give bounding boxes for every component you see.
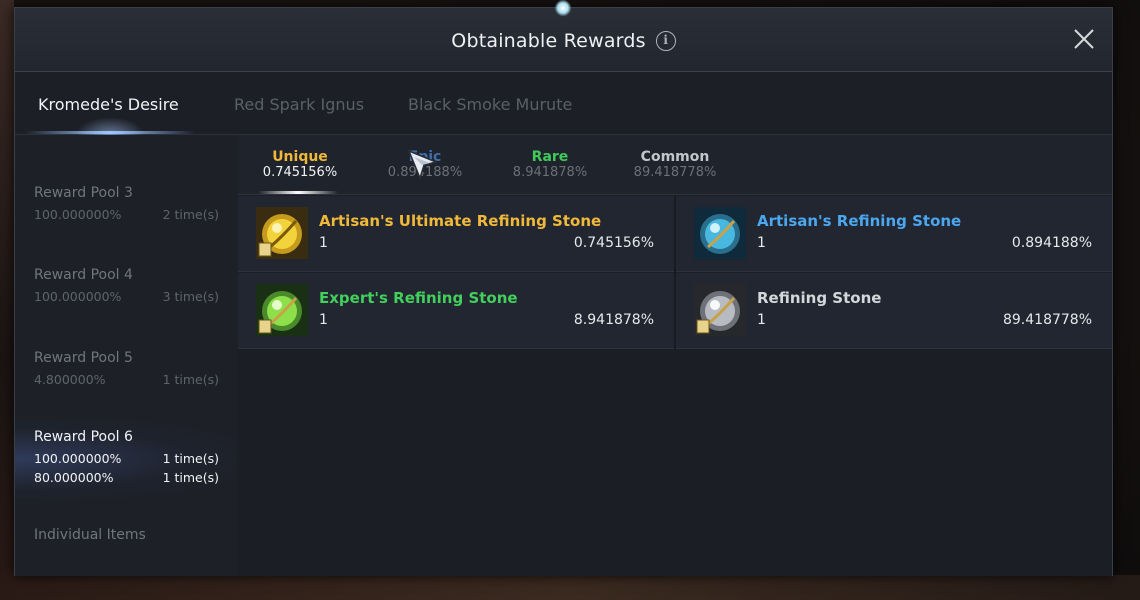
item-name: Artisan's Ultimate Refining Stone [319,212,602,230]
individual-items[interactable]: Individual Items [34,527,146,543]
title-ornament-icon [551,0,575,20]
rarity-name: Rare [531,149,569,165]
dialog-title: Obtainable Rewards [451,30,646,52]
boss-tabs: Kromede's Desire Red Spark Ignus Black S… [15,73,1112,135]
reward-pool-title: Reward Pool 5 [34,350,133,366]
item-card[interactable]: Artisan's Refining Stone 1 0.894188% [676,196,1112,272]
rarity-tab-common[interactable]: Common 89.418778% [615,149,735,180]
gray-refining-stone-icon [694,284,746,336]
reward-pool-3[interactable]: Reward Pool 3 100.000000% 2 time(s) [15,179,238,229]
item-card[interactable]: Refining Stone 1 89.418778% [676,273,1112,349]
active-rarity-indicator [258,191,338,194]
info-icon[interactable]: i [655,31,676,51]
mouse-cursor-icon [407,149,439,181]
obtainable-rewards-dialog: Obtainable Rewards i Kromede's Desire Re… [14,0,1113,576]
reward-pool-times: 2 time(s) [162,207,219,222]
item-name: Refining Stone [757,289,882,307]
rarity-tabs: Unique 0.745156% Epic 0.894188% Rare 8.9… [238,135,1112,195]
tab-black-smoke-murute[interactable]: Black Smoke Murute [408,95,572,114]
active-tab-underline [25,131,195,134]
reward-pool-title: Reward Pool 4 [34,267,133,283]
item-chance: 0.894188% [1011,235,1092,251]
rarity-percent: 89.418778% [633,165,717,180]
blue-refining-stone-icon [694,207,746,259]
title-bar: Obtainable Rewards i [15,0,1112,72]
reward-pool-times: 3 time(s) [162,289,219,304]
item-card[interactable]: Artisan's Ultimate Refining Stone 1 0.74… [238,196,674,272]
rarity-percent: 0.745156% [262,165,338,180]
close-button[interactable] [1073,28,1095,50]
background-left-edge [0,0,14,600]
rarity-percent: 8.941878% [512,165,588,180]
reward-pool-percent: 4.800000% [34,372,106,387]
green-refining-stone-icon [256,284,308,336]
item-name: Expert's Refining Stone [319,289,518,307]
item-quantity: 1 [757,312,766,328]
reward-pool-times: 1 time(s) [162,451,219,466]
reward-pool-times: 1 time(s) [162,372,219,387]
tab-red-spark-ignus[interactable]: Red Spark Ignus [234,95,364,114]
reward-pool-6[interactable]: Reward Pool 6 100.000000% 1 time(s) 80.0… [15,419,238,499]
reward-pool-percent: 100.000000% [34,207,122,222]
item-quantity: 1 [757,235,766,251]
close-icon [1074,29,1094,49]
background-bottom-edge [0,575,1140,600]
item-chance: 8.941878% [573,312,654,328]
rarity-tab-rare[interactable]: Rare 8.941878% [490,149,610,180]
item-name: Artisan's Refining Stone [757,212,962,230]
item-quantity: 1 [319,235,328,251]
rewards-content: Unique 0.745156% Epic 0.894188% Rare 8.9… [238,135,1112,576]
reward-pool-times: 1 time(s) [162,470,219,485]
rarity-name: Unique [272,149,328,165]
item-chance: 89.418778% [1002,312,1092,328]
rarity-tab-unique[interactable]: Unique 0.745156% [240,149,360,180]
reward-pool-title: Reward Pool 3 [34,185,133,201]
reward-pool-title: Reward Pool 6 [34,429,133,445]
column-divider [674,196,676,349]
reward-pool-percent: 80.000000% [34,470,114,485]
dialog-title-container: Obtainable Rewards i [15,30,1112,52]
reward-pool-4[interactable]: Reward Pool 4 100.000000% 3 time(s) [15,261,238,311]
item-chance: 0.745156% [573,235,654,251]
item-quantity: 1 [319,312,328,328]
reward-pool-sidebar: Reward Pool 3 100.000000% 2 time(s) Rewa… [15,135,238,576]
item-card[interactable]: Expert's Refining Stone 1 8.941878% [238,273,674,349]
gold-refining-stone-icon [256,207,308,259]
rarity-name: Common [640,149,710,165]
reward-pool-5[interactable]: Reward Pool 5 4.800000% 1 time(s) [15,344,238,394]
reward-pool-percent: 100.000000% [34,451,122,466]
tab-kromedes-desire[interactable]: Kromede's Desire [38,95,179,114]
reward-pool-percent: 100.000000% [34,289,122,304]
